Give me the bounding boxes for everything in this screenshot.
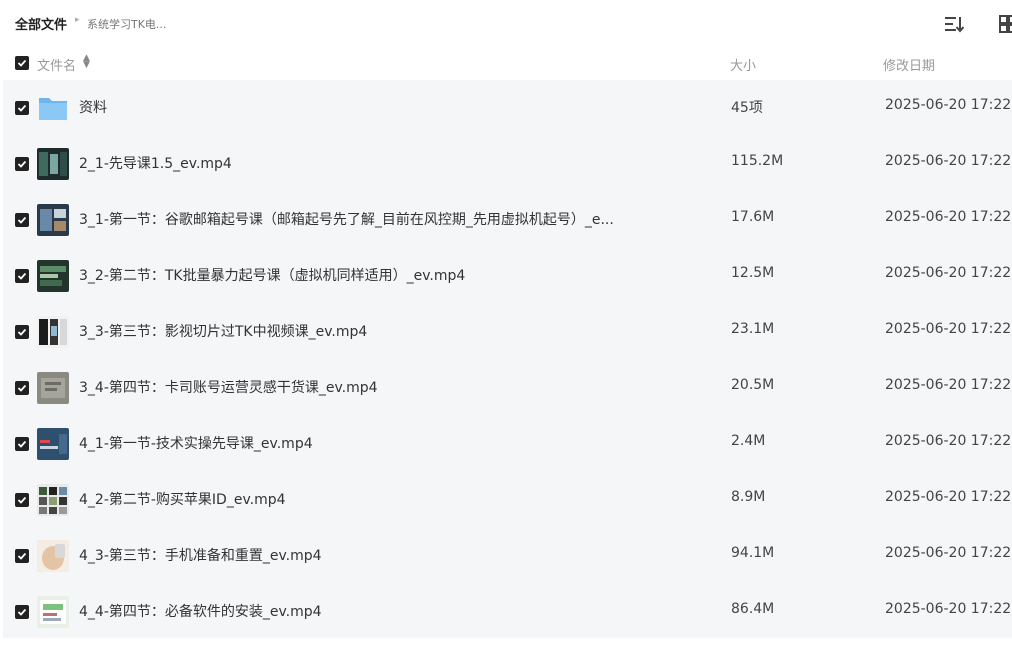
video-thumbnail <box>37 540 69 572</box>
list-header: 文件名 ▲ ▼ 大小 修改日期 <box>0 46 1012 80</box>
file-row[interactable]: 3_2-第二节：TK批量暴力起号课（虚拟机同样适用）_ev.mp4 12.5M … <box>3 248 1012 304</box>
file-date: 2025-06-20 17:22 <box>885 545 1012 561</box>
file-name[interactable]: 2_1-先导课1.5_ev.mp4 <box>79 153 232 173</box>
breadcrumb-separator-icon: ▸ <box>75 15 80 25</box>
video-thumbnail <box>37 372 69 404</box>
file-date: 2025-06-20 17:22 <box>885 209 1012 225</box>
file-row[interactable]: 4_1-第一节-技术实操先导课_ev.mp4 2.4M 2025-06-20 1… <box>3 416 1012 472</box>
video-thumbnail <box>37 148 69 180</box>
video-thumbnail <box>37 316 69 348</box>
row-checkbox[interactable] <box>15 213 29 227</box>
row-checkbox[interactable] <box>15 605 29 619</box>
file-name[interactable]: 4_4-第四节：必备软件的安装_ev.mp4 <box>79 601 322 621</box>
file-name[interactable]: 3_2-第二节：TK批量暴力起号课（虚拟机同样适用）_ev.mp4 <box>79 265 465 285</box>
file-row[interactable]: 资料 45项 2025-06-20 17:22 <box>3 80 1012 136</box>
top-bar: 全部文件 ▸ 系统学习TK电... <box>0 0 1012 46</box>
file-name[interactable]: 资料 <box>79 97 107 117</box>
file-date: 2025-06-20 17:22 <box>885 601 1012 617</box>
file-name[interactable]: 4_2-第二节-购买苹果ID_ev.mp4 <box>79 489 286 509</box>
file-row[interactable]: 2_1-先导课1.5_ev.mp4 115.2M 2025-06-20 17:2… <box>3 136 1012 192</box>
file-size: 86.4M <box>731 601 775 617</box>
file-row[interactable]: 3_3-第三节：影视切片过TK中视频课_ev.mp4 23.1M 2025-06… <box>3 304 1012 360</box>
file-date: 2025-06-20 17:22 <box>885 377 1012 393</box>
file-row[interactable]: 3_1-第一节：谷歌邮箱起号课（邮箱起号先了解_目前在风控期_先用虚拟机起号）_… <box>3 192 1012 248</box>
row-checkbox[interactable] <box>15 549 29 563</box>
file-size: 8.9M <box>731 489 766 505</box>
file-row[interactable]: 4_3-第三节：手机准备和重置_ev.mp4 94.1M 2025-06-20 … <box>3 528 1012 584</box>
video-thumbnail <box>37 260 69 292</box>
file-date: 2025-06-20 17:22 <box>885 153 1012 169</box>
file-name[interactable]: 3_1-第一节：谷歌邮箱起号课（邮箱起号先了解_目前在风控期_先用虚拟机起号）_… <box>79 209 614 229</box>
file-size: 94.1M <box>731 545 775 561</box>
row-checkbox[interactable] <box>15 157 29 171</box>
file-row[interactable]: 3_4-第四节：卡司账号运营灵感干货课_ev.mp4 20.5M 2025-06… <box>3 360 1012 416</box>
file-date: 2025-06-20 17:22 <box>885 321 1012 337</box>
select-all-checkbox[interactable] <box>15 56 29 70</box>
breadcrumb-current[interactable]: 系统学习TK电... <box>87 16 166 32</box>
sort-toggle-icon[interactable]: ▲ ▼ <box>83 54 90 70</box>
sort-list-icon[interactable] <box>944 14 965 34</box>
video-thumbnail <box>37 596 69 628</box>
row-checkbox[interactable] <box>15 493 29 507</box>
row-checkbox[interactable] <box>15 269 29 283</box>
file-name[interactable]: 4_1-第一节-技术实操先导课_ev.mp4 <box>79 433 313 453</box>
video-thumbnail <box>37 484 69 516</box>
row-checkbox[interactable] <box>15 381 29 395</box>
file-size: 115.2M <box>731 153 784 169</box>
file-name[interactable]: 3_3-第三节：影视切片过TK中视频课_ev.mp4 <box>79 321 367 341</box>
file-name[interactable]: 4_3-第三节：手机准备和重置_ev.mp4 <box>79 545 322 565</box>
folder-icon <box>37 92 69 124</box>
file-size: 23.1M <box>731 321 775 337</box>
file-list: 资料 45项 2025-06-20 17:22 2_1-先导课1.5_ev.mp… <box>3 80 1012 638</box>
file-size: 20.5M <box>731 377 775 393</box>
column-header-date[interactable]: 修改日期 <box>883 55 935 74</box>
video-thumbnail <box>37 204 69 236</box>
file-row[interactable]: 4_4-第四节：必备软件的安装_ev.mp4 86.4M 2025-06-20 … <box>3 584 1012 640</box>
row-checkbox[interactable] <box>15 101 29 115</box>
breadcrumb-root[interactable]: 全部文件 <box>15 14 67 33</box>
file-name[interactable]: 3_4-第四节：卡司账号运营灵感干货课_ev.mp4 <box>79 377 378 397</box>
file-date: 2025-06-20 17:22 <box>885 265 1012 281</box>
video-thumbnail <box>37 428 69 460</box>
file-date: 2025-06-20 17:22 <box>885 433 1012 449</box>
column-header-name[interactable]: 文件名 <box>37 55 76 74</box>
file-size: 2.4M <box>731 433 766 449</box>
file-size: 12.5M <box>731 265 775 281</box>
file-size: 45项 <box>731 100 763 116</box>
grid-view-icon[interactable] <box>998 14 1012 34</box>
file-date: 2025-06-20 17:22 <box>885 489 1012 505</box>
row-checkbox[interactable] <box>15 437 29 451</box>
file-row[interactable]: 4_2-第二节-购买苹果ID_ev.mp4 8.9M 2025-06-20 17… <box>3 472 1012 528</box>
row-checkbox[interactable] <box>15 325 29 339</box>
file-date: 2025-06-20 17:22 <box>885 97 1012 113</box>
file-size: 17.6M <box>731 209 775 225</box>
column-header-size[interactable]: 大小 <box>730 55 756 74</box>
